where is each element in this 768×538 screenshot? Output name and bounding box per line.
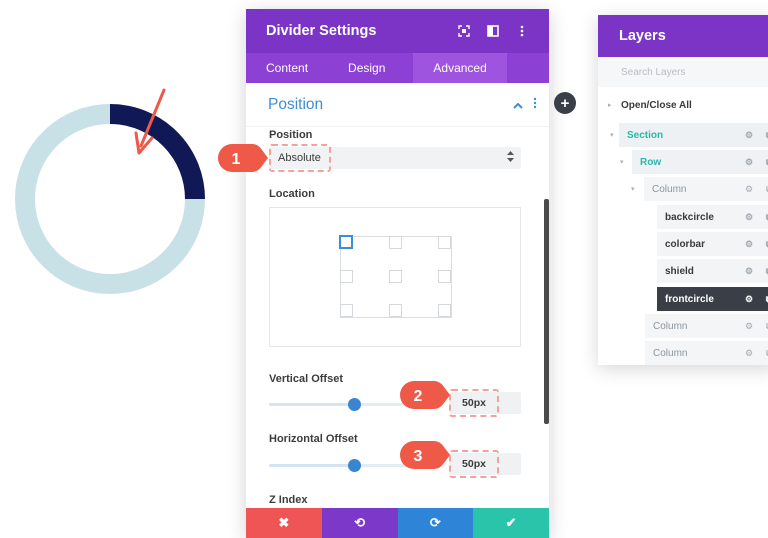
layer-column[interactable]: Column ⚙⧉ [645, 341, 768, 365]
open-close-all-label: Open/Close All [621, 99, 692, 111]
panel-title: Divider Settings [266, 23, 377, 39]
layer-label: Row [640, 156, 662, 168]
cancel-button[interactable]: ✖ [246, 508, 322, 538]
slider-handle[interactable] [348, 459, 361, 472]
panel-header: Divider Settings [246, 9, 549, 53]
gear-icon[interactable]: ⚙ [739, 212, 759, 223]
focus-icon[interactable] [451, 21, 477, 41]
more-icon[interactable] [509, 21, 535, 41]
more-icon[interactable] [533, 97, 537, 112]
section-title: Position [268, 95, 324, 113]
layer-label: colorbar [665, 238, 706, 250]
layer-label: frontcircle [665, 293, 714, 305]
vertical-offset-label: Vertical Offset [269, 373, 343, 385]
position-section-header[interactable]: Position [246, 83, 549, 127]
layer-label: shield [665, 265, 694, 277]
layers-search-input[interactable]: Search Layers [598, 57, 768, 87]
gear-icon[interactable]: ⚙ [739, 321, 759, 332]
step-1-number: 1 [232, 151, 241, 168]
layer-module-backcircle[interactable]: backcircle ⚙⧉ [657, 205, 768, 229]
layer-module-colorbar[interactable]: colorbar ⚙⧉ [657, 232, 768, 256]
slider-handle[interactable] [348, 398, 361, 411]
duplicate-icon[interactable]: ⧉ [759, 157, 768, 168]
z-index-label: Z Index [269, 494, 308, 506]
open-close-all-toggle[interactable]: ▸ Open/Close All [608, 94, 692, 116]
gear-icon[interactable]: ⚙ [739, 294, 759, 305]
vertical-offset-value: 50px [449, 389, 499, 417]
location-bottom-left[interactable] [340, 304, 353, 317]
progress-ring-graphic [15, 88, 205, 294]
layer-module-frontcircle[interactable]: frontcircle ⚙⧉ [657, 287, 768, 311]
location-bottom-center[interactable] [389, 304, 402, 317]
panel-scrollbar[interactable] [544, 199, 549, 424]
tab-design[interactable]: Design [328, 53, 405, 83]
location-bottom-right[interactable] [438, 304, 451, 317]
layer-label: Column [652, 183, 687, 195]
columns-icon[interactable] [480, 21, 506, 41]
ring-progress-bar [109, 104, 205, 200]
step-2-number: 2 [414, 388, 423, 405]
position-select[interactable]: Absolute [269, 144, 521, 172]
location-label: Location [269, 188, 315, 200]
layer-label: Column [653, 347, 688, 359]
horizontal-offset-input[interactable]: 50px [449, 450, 521, 478]
tab-content[interactable]: Content [246, 53, 328, 83]
step-3-number: 3 [414, 448, 423, 465]
caret-down-icon[interactable]: ▾ [631, 185, 635, 193]
position-select-value: Absolute [269, 144, 331, 172]
layer-label: Column [653, 320, 688, 332]
select-caret-icon [507, 151, 514, 164]
step-2-callout: 2 [398, 379, 452, 411]
gear-icon[interactable]: ⚙ [739, 239, 759, 250]
location-picker [269, 207, 521, 347]
gear-icon[interactable]: ⚙ [739, 130, 759, 141]
chevron-up-icon[interactable] [513, 98, 523, 112]
caret-right-icon: ▸ [608, 102, 612, 109]
panel-tabs: Content Design Advanced [246, 53, 549, 83]
location-center-right[interactable] [438, 270, 451, 283]
horizontal-offset-label: Horizontal Offset [269, 433, 358, 445]
location-center[interactable] [389, 270, 402, 283]
horizontal-offset-value: 50px [449, 450, 499, 478]
save-button[interactable]: ✔ [473, 508, 549, 538]
caret-down-icon[interactable]: ▾ [610, 131, 614, 139]
duplicate-icon[interactable]: ⧉ [759, 130, 768, 141]
duplicate-icon[interactable]: ⧉ [759, 212, 768, 223]
layer-section[interactable]: Section ⚙⧉ [619, 123, 768, 147]
caret-down-icon[interactable]: ▾ [620, 158, 624, 166]
duplicate-icon[interactable]: ⧉ [759, 321, 768, 332]
gear-icon[interactable]: ⚙ [739, 157, 759, 168]
layer-label: Section [627, 129, 664, 141]
duplicate-icon[interactable]: ⧉ [759, 184, 768, 195]
gear-icon[interactable]: ⚙ [739, 266, 759, 277]
location-top-right[interactable] [438, 236, 451, 249]
duplicate-icon[interactable]: ⧉ [759, 348, 768, 359]
location-top-center[interactable] [389, 236, 402, 249]
layer-column[interactable]: Column ⚙⧉ [644, 177, 768, 201]
layer-module-shield[interactable]: shield ⚙⧉ [657, 259, 768, 283]
undo-button[interactable]: ⟲ [321, 508, 398, 538]
layers-panel: Layers Search Layers ▸ Open/Close All Se… [598, 15, 768, 365]
duplicate-icon[interactable]: ⧉ [759, 239, 768, 250]
duplicate-icon[interactable]: ⧉ [759, 266, 768, 277]
redo-button[interactable]: ⟳ [397, 508, 474, 538]
layer-label: backcircle [665, 211, 714, 223]
tab-advanced[interactable]: Advanced [413, 53, 507, 83]
step-3-callout: 3 [398, 439, 452, 471]
panel-footer: ✖ ⟲ ⟳ ✔ [246, 508, 549, 538]
vertical-offset-input[interactable]: 50px [449, 389, 521, 417]
gear-icon[interactable]: ⚙ [739, 184, 759, 195]
add-button[interactable]: + [554, 92, 576, 114]
position-label: Position [269, 129, 313, 141]
location-top-left[interactable] [339, 235, 353, 249]
layer-row[interactable]: Row ⚙⧉ [632, 150, 768, 174]
location-center-left[interactable] [340, 270, 353, 283]
step-1-callout: 1 [216, 142, 270, 174]
duplicate-icon[interactable]: ⧉ [759, 294, 768, 305]
layer-column[interactable]: Column ⚙⧉ [645, 314, 768, 338]
layers-title: Layers [598, 15, 768, 57]
gear-icon[interactable]: ⚙ [739, 348, 759, 359]
